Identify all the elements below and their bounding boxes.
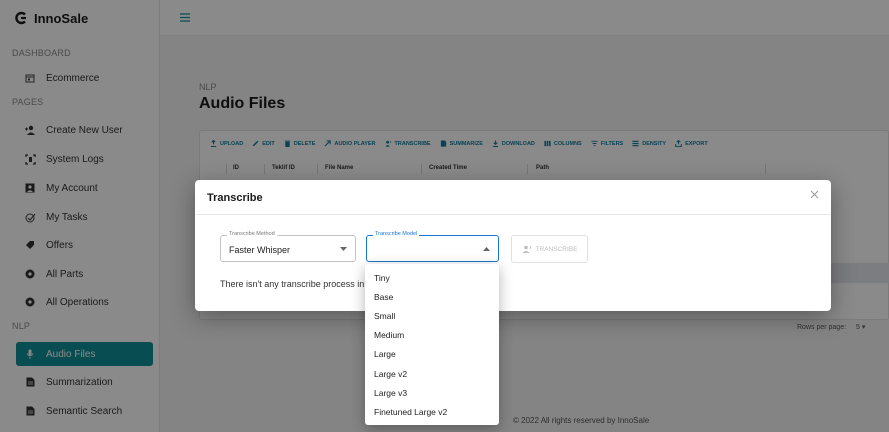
field-label: Transcribe Model	[373, 231, 420, 237]
transcribe-method-select[interactable]: Transcribe Method Faster Whisper	[220, 231, 356, 262]
model-option-small[interactable]: Small	[365, 306, 499, 325]
close-button[interactable]	[807, 187, 821, 201]
status-text: There isn't any transcribe process in	[220, 279, 365, 289]
field-value: Faster Whisper	[229, 245, 291, 255]
transcribe-dialog: Transcribe Transcribe Method Faster Whis…	[195, 180, 831, 311]
model-option-medium[interactable]: Medium	[365, 326, 499, 345]
transcribe-button[interactable]: TRANSCRIBE	[511, 235, 588, 263]
caret-down-icon	[340, 247, 347, 251]
model-option-finetuned-large-v2[interactable]: Finetuned Large v2	[365, 402, 499, 421]
caret-up-icon	[483, 247, 490, 251]
close-icon	[810, 190, 818, 198]
model-option-tiny[interactable]: Tiny	[365, 268, 499, 287]
model-option-base[interactable]: Base	[365, 287, 499, 306]
dialog-title: Transcribe	[207, 192, 263, 204]
dialog-divider	[195, 214, 831, 215]
field-label: Transcribe Method	[227, 231, 277, 237]
transcribe-model-menu: Tiny Base Small Medium Large Large v2 La…	[365, 264, 499, 425]
model-option-large-v2[interactable]: Large v2	[365, 364, 499, 383]
model-option-large[interactable]: Large	[365, 345, 499, 364]
voice-icon	[522, 245, 531, 253]
transcribe-model-select[interactable]: Transcribe Model	[366, 231, 499, 262]
model-option-large-v3[interactable]: Large v3	[365, 383, 499, 402]
